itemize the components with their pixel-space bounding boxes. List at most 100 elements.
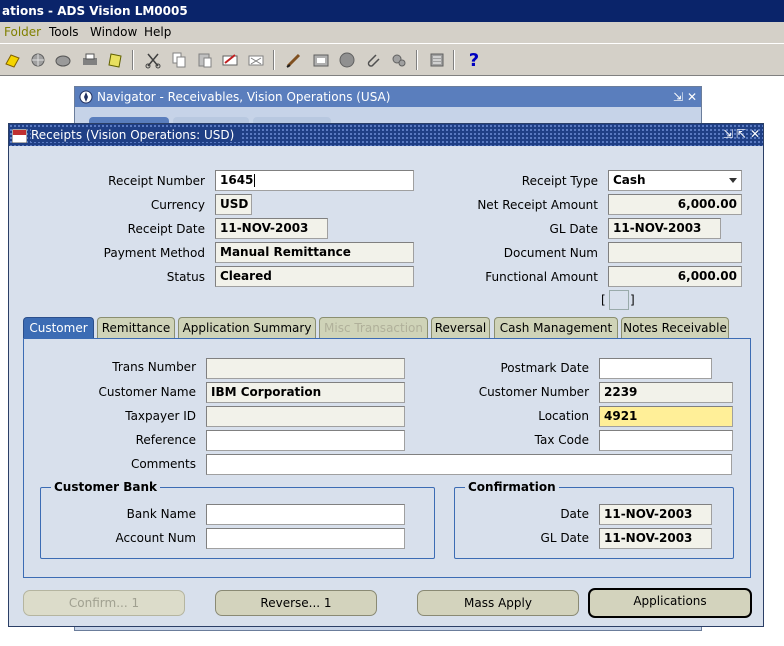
customer-bank-group: Customer Bank Bank Name Account Num	[40, 479, 435, 559]
bracket-left: [	[601, 293, 606, 307]
bracket-right: ]	[630, 293, 635, 307]
tab-notes-receivable[interactable]: Notes Receivable	[621, 317, 729, 339]
mass-apply-button[interactable]: Mass Apply	[417, 590, 579, 616]
text-cursor	[254, 174, 256, 187]
receipt-date-field[interactable]: 11-NOV-2003	[215, 218, 328, 239]
customer-tab-panel: Trans Number Customer Name IBM Corporati…	[23, 338, 751, 578]
trans-number-label: Trans Number	[112, 360, 196, 374]
close-icon[interactable]: ✕	[750, 124, 760, 144]
comments-field[interactable]	[206, 454, 732, 475]
translations-icon[interactable]	[336, 49, 358, 71]
receipt-type-select[interactable]: Cash	[608, 170, 742, 191]
menu-window[interactable]: Window	[90, 25, 137, 39]
receipt-type-value: Cash	[613, 173, 646, 187]
status-field[interactable]: Cleared	[215, 266, 414, 287]
minimize-icon[interactable]: ⇲	[673, 87, 683, 107]
clear-icon[interactable]	[245, 49, 267, 71]
receipts-title: Receipts (Vision Operations: USD)	[31, 128, 241, 142]
open-icon[interactable]	[1, 49, 23, 71]
postmark-date-field[interactable]	[599, 358, 712, 379]
customer-number-label: Customer Number	[478, 385, 589, 399]
navigate-icon[interactable]	[27, 49, 49, 71]
confirmation-date-label: Date	[560, 507, 589, 521]
taxpayer-id-field[interactable]	[206, 406, 405, 427]
toolbar-separator	[273, 50, 275, 70]
location-label: Location	[538, 409, 589, 423]
reverse-button[interactable]: Reverse... 1	[215, 590, 377, 616]
close-icon[interactable]: ✕	[687, 87, 697, 107]
toolbar-separator	[132, 50, 134, 70]
zoom-icon[interactable]	[52, 49, 74, 71]
print-icon[interactable]	[79, 49, 101, 71]
tab-customer[interactable]: Customer	[23, 317, 94, 340]
status-label: Status	[166, 270, 205, 284]
folder-tools-icon[interactable]	[388, 49, 410, 71]
bank-name-label: Bank Name	[126, 507, 196, 521]
location-field[interactable]: 4921	[599, 406, 733, 427]
account-num-field[interactable]	[206, 528, 405, 549]
tab-application-summary[interactable]: Application Summary	[178, 317, 316, 339]
tools-icon[interactable]	[426, 49, 448, 71]
find-icon[interactable]	[310, 49, 332, 71]
gl-date-field[interactable]: 11-NOV-2003	[608, 218, 721, 239]
menu-folder[interactable]: Folder	[4, 25, 41, 39]
new-record-icon[interactable]	[283, 49, 305, 71]
taxpayer-id-label: Taxpayer ID	[125, 409, 196, 423]
net-receipt-amount-field[interactable]: 6,000.00	[608, 194, 742, 215]
receipt-number-label: Receipt Number	[108, 174, 205, 188]
menu-tools[interactable]: Tools	[49, 25, 79, 39]
customer-name-label: Customer Name	[98, 385, 196, 399]
attachments-icon[interactable]	[362, 49, 384, 71]
tab-misc-transaction[interactable]: Misc Transaction	[319, 317, 428, 339]
paste-icon[interactable]	[194, 49, 216, 71]
help-icon[interactable]: ?	[463, 49, 485, 71]
confirmation-date-field[interactable]: 11-NOV-2003	[599, 504, 712, 525]
trans-number-field[interactable]	[206, 358, 405, 379]
minimize-icon[interactable]: ⇲	[723, 124, 733, 144]
save-icon[interactable]	[105, 49, 127, 71]
receipts-title-bar[interactable]: Receipts (Vision Operations: USD) ⇲ ⇱ ✕	[9, 124, 763, 146]
receipt-number-field[interactable]: 1645	[215, 170, 414, 191]
toolbar-separator	[416, 50, 418, 70]
comments-label: Comments	[130, 457, 196, 471]
tax-code-label: Tax Code	[534, 433, 589, 447]
copy-icon[interactable]	[168, 49, 190, 71]
customer-name-field[interactable]: IBM Corporation	[206, 382, 405, 403]
customer-bank-title: Customer Bank	[51, 479, 160, 495]
confirmation-group: Confirmation Date 11-NOV-2003 GL Date 11…	[454, 479, 734, 559]
currency-field[interactable]: USD	[215, 194, 252, 215]
reference-field[interactable]	[206, 430, 405, 451]
functional-amount-field[interactable]: 6,000.00	[608, 266, 742, 287]
tab-reversal[interactable]: Reversal	[431, 317, 490, 339]
menu-help[interactable]: Help	[144, 25, 171, 39]
tab-remittance[interactable]: Remittance	[97, 317, 175, 339]
cut-icon[interactable]	[142, 49, 164, 71]
tax-code-field[interactable]	[599, 430, 733, 451]
chevron-down-icon[interactable]	[729, 178, 737, 183]
descriptive-flexfield[interactable]	[609, 290, 629, 310]
customer-number-field[interactable]: 2239	[599, 382, 733, 403]
net-receipt-amount-label: Net Receipt Amount	[477, 198, 598, 212]
app-title: ations - ADS Vision LM0005	[2, 4, 188, 18]
confirm-button[interactable]: Confirm... 1	[23, 590, 185, 616]
receipt-date-label: Receipt Date	[127, 222, 205, 236]
maximize-icon[interactable]: ⇱	[736, 124, 746, 144]
currency-label: Currency	[150, 198, 205, 212]
toolbar-separator	[453, 50, 455, 70]
gl-date-label: GL Date	[549, 222, 598, 236]
document-num-label: Document Num	[503, 246, 598, 260]
document-num-field[interactable]	[608, 242, 742, 263]
confirmation-title: Confirmation	[465, 479, 559, 495]
app-title-bar: ations - ADS Vision LM0005	[0, 0, 784, 22]
tab-cash-management[interactable]: Cash Management	[494, 317, 618, 339]
edit-icon[interactable]	[219, 49, 241, 71]
payment-method-field[interactable]: Manual Remittance	[215, 242, 414, 263]
confirmation-gl-date-field[interactable]: 11-NOV-2003	[599, 528, 712, 549]
bank-name-field[interactable]	[206, 504, 405, 525]
toolbar: ?	[0, 44, 784, 76]
applications-button[interactable]: Applications	[588, 588, 752, 618]
confirmation-gl-date-label: GL Date	[540, 531, 589, 545]
receipt-type-label: Receipt Type	[521, 174, 598, 188]
navigator-title-bar[interactable]: Navigator - Receivables, Vision Operatio…	[75, 87, 701, 107]
functional-amount-label: Functional Amount	[485, 270, 598, 284]
